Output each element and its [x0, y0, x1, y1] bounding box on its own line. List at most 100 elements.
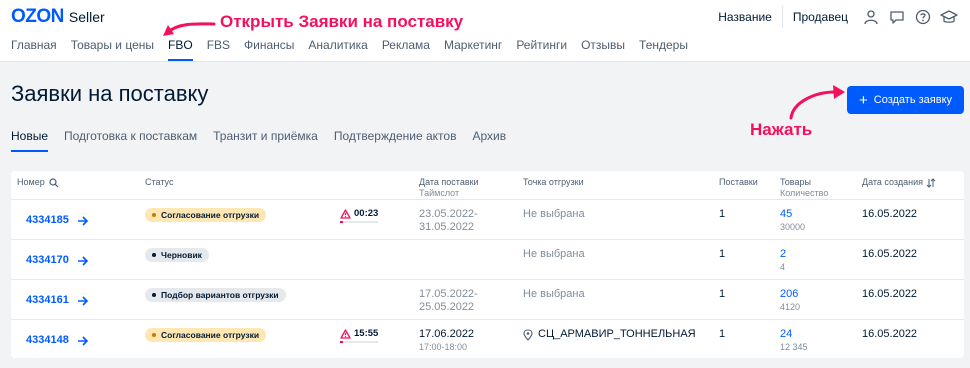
header-point: Точка отгрузки	[523, 177, 584, 187]
goods-qty: 4	[780, 262, 786, 272]
date-value: 23.05.2022-	[419, 208, 478, 220]
supplies-cell: 1	[719, 328, 726, 340]
status-badge: Согласование отгрузки	[145, 208, 267, 222]
request-number: 4334185	[26, 214, 69, 226]
status-badge: Черновик	[145, 248, 209, 262]
timer-value: 15:55	[354, 328, 379, 339]
ozon-seller-logo[interactable]: OZON Seller	[11, 6, 105, 28]
arrow-right-icon	[77, 335, 88, 346]
table-row[interactable]: 4334170 Черновик Не выбрана 1 2 4 16.05.…	[11, 239, 964, 279]
status-badge-label: Подбор вариантов отгрузки	[161, 289, 279, 300]
nav-item-main[interactable]: Главная	[11, 38, 57, 58]
timer-value-wrap: 15:55	[340, 327, 380, 340]
tab-acts[interactable]: Подтверждение актов	[334, 129, 457, 152]
goods-link[interactable]: 24	[780, 328, 808, 341]
header-number-label: Номер	[17, 177, 45, 187]
company-name[interactable]: Название	[708, 10, 782, 24]
goods-cell: 2 4	[780, 248, 786, 274]
arrow-right-icon	[77, 295, 88, 306]
requests-table: Номер Статус Дата поставки Таймслот Точк…	[11, 171, 964, 358]
help-icon[interactable]	[910, 9, 936, 25]
user-icon[interactable]	[858, 9, 884, 25]
warning-icon	[340, 208, 351, 219]
status-dot	[152, 293, 156, 297]
create-request-button[interactable]: + Создать заявку	[847, 86, 964, 114]
status-cell: Черновик	[145, 248, 209, 262]
request-number-link[interactable]: 4334161	[26, 294, 89, 307]
seller-label: Seller	[68, 9, 105, 25]
top-bar: OZON Seller Открыть Заявки на поставку Н…	[0, 0, 970, 62]
status-cell: Согласование отгрузки	[145, 328, 267, 342]
annotation-arrow-icon	[163, 22, 216, 36]
nav-item-analytics[interactable]: Аналитика	[308, 38, 367, 58]
header-created[interactable]: Дата создания	[862, 177, 936, 188]
header-supplies: Поставки	[719, 177, 758, 187]
annotation-open-requests: Открыть Заявки на поставку	[220, 12, 464, 31]
search-icon[interactable]	[49, 177, 59, 188]
created-cell: 16.05.2022	[862, 208, 918, 220]
created-cell: 16.05.2022	[862, 328, 918, 340]
point-cell: Не выбрана	[523, 248, 585, 260]
warning-icon	[340, 328, 351, 339]
goods-qty: 30000	[780, 222, 806, 232]
header-goods-label: Товары	[780, 177, 811, 187]
header-status: Статус	[145, 177, 174, 187]
nav-item-fbo[interactable]: FBO	[168, 38, 193, 61]
nav-item-ads[interactable]: Реклама	[382, 38, 430, 58]
request-number-link[interactable]: 4334148	[26, 334, 89, 347]
nav-item-ratings[interactable]: Рейтинги	[516, 38, 567, 58]
table-row[interactable]: 4334148 Согласование отгрузки 15:55 17.0…	[11, 319, 964, 359]
supplies-cell: 1	[719, 208, 726, 220]
nav-item-products[interactable]: Товары и цены	[71, 38, 154, 58]
tab-preparation[interactable]: Подготовка к поставкам	[64, 129, 197, 152]
location-pin-icon	[523, 328, 533, 341]
supplies-cell: 1	[719, 248, 726, 260]
annotation-press: Нажать	[750, 120, 813, 139]
request-number: 4334148	[26, 334, 69, 346]
top-right-menu: Название Продавец	[708, 4, 962, 30]
goods-qty: 4120	[780, 302, 801, 312]
request-number-link[interactable]: 4334170	[26, 254, 89, 267]
date-cell: 23.05.2022- 31.05.2022	[419, 208, 478, 234]
tab-new[interactable]: Новые	[11, 129, 49, 152]
tab-archive[interactable]: Архив	[472, 129, 506, 152]
seller-role[interactable]: Продавец	[783, 10, 858, 24]
header-created-label: Дата создания	[862, 177, 923, 187]
timer: 15:55	[340, 327, 380, 345]
sort-icon[interactable]	[926, 177, 936, 188]
table-row[interactable]: 4334161 Подбор вариантов отгрузки 17.05.…	[11, 279, 964, 319]
table-row[interactable]: 4334185 Согласование отгрузки 00:23 23.0…	[11, 199, 964, 239]
status-cell: Согласование отгрузки	[145, 208, 267, 222]
education-icon[interactable]	[936, 9, 962, 25]
create-request-label: Создать заявку	[873, 94, 953, 106]
header-number[interactable]: Номер	[17, 177, 59, 188]
request-number: 4334161	[26, 294, 69, 306]
goods-qty: 12 345	[780, 342, 808, 352]
point-cell: Не выбрана	[523, 208, 585, 220]
nav-item-fbs[interactable]: FBS	[207, 38, 230, 58]
goods-link[interactable]: 45	[780, 208, 805, 221]
timer-value-wrap: 00:23	[340, 207, 380, 220]
status-badge-label: Согласование отгрузки	[161, 329, 260, 340]
goods-link[interactable]: 2	[780, 248, 786, 261]
nav-item-finance[interactable]: Финансы	[244, 38, 294, 58]
tab-transit[interactable]: Транзит и приёмка	[213, 129, 318, 152]
arrow-right-icon	[77, 215, 88, 226]
point-cell: Не выбрана	[523, 288, 585, 300]
status-badge-label: Черновик	[161, 249, 202, 260]
nav-item-marketing[interactable]: Маркетинг	[444, 38, 502, 58]
created-cell: 16.05.2022	[862, 248, 918, 260]
header-timeslot-label: Таймслот	[419, 188, 460, 198]
chat-icon[interactable]	[884, 9, 910, 25]
header-goods: Товары Количество	[780, 177, 828, 199]
goods-cell: 45 30000	[780, 208, 805, 234]
supplies-cell: 1	[719, 288, 726, 300]
request-number-link[interactable]: 4334185	[26, 214, 89, 227]
nav-item-reviews[interactable]: Отзывы	[581, 38, 625, 58]
main-nav: Главная Товары и цены FBO FBS Финансы Ан…	[11, 38, 702, 61]
date-value: 17.05.2022-	[419, 288, 478, 300]
goods-link[interactable]: 206	[780, 288, 800, 301]
timer-value: 00:23	[354, 208, 379, 219]
nav-item-tenders[interactable]: Тендеры	[639, 38, 688, 58]
header-date: Дата поставки Таймслот	[419, 177, 479, 199]
